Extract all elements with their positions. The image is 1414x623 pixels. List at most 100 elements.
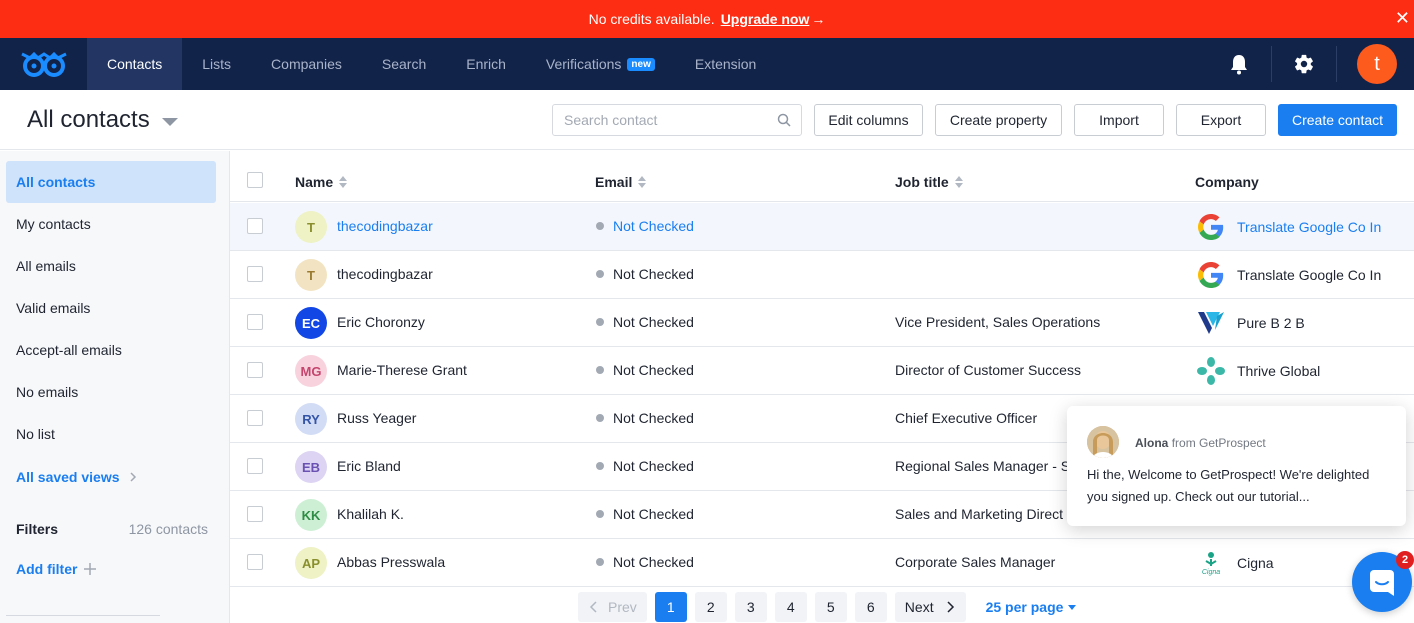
- contact-name[interactable]: Eric Choronzy: [337, 314, 425, 330]
- contact-name[interactable]: Russ Yeager: [337, 410, 416, 426]
- tab-lists[interactable]: Lists: [182, 38, 251, 90]
- import-button[interactable]: Import: [1074, 104, 1164, 136]
- table-row[interactable]: EC Eric Choronzy Not Checked Vice Presid…: [230, 299, 1414, 347]
- row-checkbox[interactable]: [247, 410, 263, 426]
- row-checkbox[interactable]: [247, 266, 263, 282]
- row-checkbox[interactable]: [247, 314, 263, 330]
- status-dot: [596, 222, 604, 230]
- tab-companies[interactable]: Companies: [251, 38, 362, 90]
- page-title[interactable]: All contacts: [27, 106, 178, 134]
- prev-page-button[interactable]: Prev: [578, 592, 647, 622]
- job-title: Corporate Sales Manager: [895, 554, 1056, 570]
- gear-icon[interactable]: [1272, 38, 1336, 90]
- email-status[interactable]: Not Checked: [596, 266, 694, 282]
- search-input[interactable]: [553, 105, 763, 135]
- column-header-name[interactable]: Name: [295, 174, 348, 190]
- tab-enrich[interactable]: Enrich: [446, 38, 526, 90]
- email-status[interactable]: Not Checked: [596, 362, 694, 378]
- sidebar-item-no-list[interactable]: No list: [6, 413, 216, 455]
- chat-message-popup[interactable]: Alona from GetProspect Hi the, Welcome t…: [1067, 406, 1406, 526]
- company-name: Translate Google Co In: [1237, 267, 1382, 283]
- row-checkbox[interactable]: [247, 218, 263, 234]
- contact-name[interactable]: thecodingbazar: [337, 218, 433, 234]
- email-status[interactable]: Not Checked: [596, 218, 694, 234]
- tab-search[interactable]: Search: [362, 38, 446, 90]
- export-button[interactable]: Export: [1176, 104, 1266, 136]
- sidebar-item-all-emails[interactable]: All emails: [6, 245, 216, 287]
- contact-name[interactable]: thecodingbazar: [337, 266, 433, 282]
- search-icon[interactable]: [777, 113, 791, 127]
- close-icon[interactable]: ✕: [1395, 8, 1410, 29]
- email-status[interactable]: Not Checked: [596, 314, 694, 330]
- table-row[interactable]: T thecodingbazar Not Checked Translate G…: [230, 203, 1414, 251]
- svg-text:Cigna: Cigna: [1202, 569, 1220, 576]
- tab-label: Extension: [694, 56, 757, 72]
- contact-name[interactable]: Eric Bland: [337, 458, 401, 474]
- page-button-3[interactable]: 3: [734, 592, 767, 622]
- column-header-email[interactable]: Email: [595, 174, 647, 190]
- email-status-text: Not Checked: [613, 554, 694, 570]
- contact-name[interactable]: Marie-Therese Grant: [337, 362, 467, 378]
- contact-name[interactable]: Khalilah K.: [337, 506, 404, 522]
- upgrade-now-link[interactable]: Upgrade now: [721, 11, 810, 27]
- job-title: Sales and Marketing Direct: [895, 506, 1064, 522]
- sort-icon[interactable]: [954, 176, 963, 188]
- column-header-job-title[interactable]: Job title: [895, 174, 963, 190]
- filters-summary: Filters 126 contacts: [16, 521, 208, 537]
- thrive-icon: [1195, 355, 1227, 387]
- column-header-company[interactable]: Company: [1195, 174, 1259, 190]
- owl-logo[interactable]: [0, 38, 87, 90]
- sort-icon[interactable]: [339, 176, 348, 188]
- company-cell[interactable]: Translate Google Co In: [1195, 211, 1381, 243]
- email-status[interactable]: Not Checked: [596, 458, 694, 474]
- email-status[interactable]: Not Checked: [596, 506, 694, 522]
- row-checkbox[interactable]: [247, 506, 263, 522]
- bell-icon[interactable]: [1207, 38, 1271, 90]
- chevron-down-icon[interactable]: [161, 118, 178, 126]
- agent-name: Alona: [1135, 436, 1169, 450]
- email-status[interactable]: Not Checked: [596, 410, 694, 426]
- sidebar-item-all-contacts[interactable]: All contacts: [6, 161, 216, 203]
- table-row[interactable]: T thecodingbazar Not Checked Translate G…: [230, 251, 1414, 299]
- next-page-button[interactable]: Next: [894, 592, 966, 622]
- arrow-right-icon[interactable]: →: [811, 11, 825, 27]
- page-button-2[interactable]: 2: [694, 592, 727, 622]
- create-contact-button[interactable]: Create contact: [1278, 104, 1397, 136]
- table-row[interactable]: MG Marie-Therese Grant Not Checked Direc…: [230, 347, 1414, 395]
- sidebar-item-accept-all-emails[interactable]: Accept-all emails: [6, 329, 216, 371]
- row-checkbox[interactable]: [247, 362, 263, 378]
- page-button-5[interactable]: 5: [814, 592, 847, 622]
- email-status[interactable]: Not Checked: [596, 554, 694, 570]
- row-checkbox[interactable]: [247, 458, 263, 474]
- company-cell[interactable]: Thrive Global: [1195, 355, 1320, 387]
- sidebar-item-valid-emails[interactable]: Valid emails: [6, 287, 216, 329]
- page-button-1[interactable]: 1: [654, 592, 687, 622]
- google-icon: [1195, 211, 1227, 243]
- chat-icon: [1370, 570, 1394, 596]
- sidebar-item-no-emails[interactable]: No emails: [6, 371, 216, 413]
- chevron-right-icon: [947, 601, 954, 613]
- status-dot: [596, 366, 604, 374]
- company-cell[interactable]: Translate Google Co In: [1195, 259, 1381, 291]
- tab-verifications[interactable]: Verifications new: [526, 38, 675, 90]
- table-header: Name Email Job title Company: [230, 159, 1414, 202]
- select-all-checkbox[interactable]: [247, 172, 263, 188]
- tab-extension[interactable]: Extension: [675, 38, 776, 90]
- company-cell[interactable]: Cigna Cigna: [1195, 547, 1274, 579]
- edit-columns-button[interactable]: Edit columns: [814, 104, 923, 136]
- page-button-4[interactable]: 4: [774, 592, 807, 622]
- table-row[interactable]: AP Abbas Presswala Not Checked Corporate…: [230, 539, 1414, 587]
- job-title: Regional Sales Manager - S: [895, 458, 1071, 474]
- user-avatar[interactable]: t: [1357, 44, 1397, 84]
- contact-name[interactable]: Abbas Presswala: [337, 554, 445, 570]
- create-property-button[interactable]: Create property: [935, 104, 1062, 136]
- all-saved-views-link[interactable]: All saved views: [16, 469, 140, 485]
- sort-icon[interactable]: [638, 176, 647, 188]
- company-cell[interactable]: Pure B 2 B: [1195, 307, 1305, 339]
- per-page-select[interactable]: 25 per page: [986, 599, 1077, 615]
- page-button-6[interactable]: 6: [854, 592, 887, 622]
- row-checkbox[interactable]: [247, 554, 263, 570]
- sidebar-item-my-contacts[interactable]: My contacts: [6, 203, 216, 245]
- tab-contacts[interactable]: Contacts: [87, 38, 183, 90]
- add-filter-button[interactable]: Add filter: [16, 561, 97, 577]
